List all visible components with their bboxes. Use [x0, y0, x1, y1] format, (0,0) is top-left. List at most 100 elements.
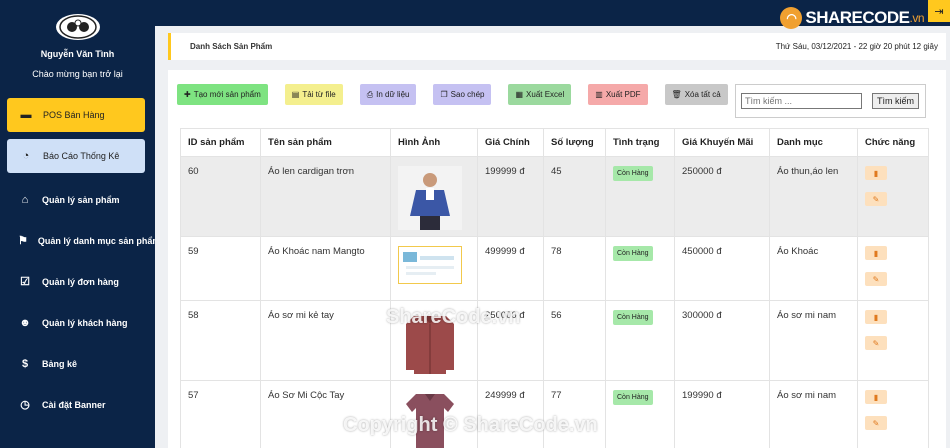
product-price: 249999 đ — [477, 380, 544, 448]
sidebar-item-label: Quản lý sản phẩm — [42, 194, 120, 205]
delete-all-button[interactable]: 🗑 Xóa tất cả — [664, 84, 728, 105]
print-icon: ⎙ — [366, 89, 374, 99]
product-status-cell: Còn Hàng — [605, 300, 675, 381]
product-promo-price: 300000 đ — [674, 300, 770, 381]
edit-button[interactable]: ✎ — [865, 336, 887, 350]
sidebar-item-orders[interactable]: ☑ Quản lý đơn hàng — [0, 261, 155, 302]
product-id: 59 — [180, 236, 261, 301]
delete-button[interactable]: ▮ — [865, 166, 887, 180]
product-price: 250000 đ — [477, 300, 544, 381]
table-row[interactable]: 59 Áo Khoác nam Mangto 499999 đ 78 Còn H… — [180, 236, 929, 301]
sidebar-item-label: Quản lý đơn hàng — [42, 276, 119, 287]
sidebar-item-customers[interactable]: ☻ Quản lý khách hàng — [0, 302, 155, 343]
logout-button[interactable]: ⇥ — [928, 0, 950, 22]
actions-cell: ▮ ✎ — [857, 300, 929, 381]
table-row[interactable]: 58 Áo sơ mi kẻ tay 250000 đ 56 Còn Hàng … — [180, 300, 929, 381]
product-quantity: 77 — [543, 380, 606, 448]
datetime-display: Thứ Sáu, 03/12/2021 - 22 giờ 20 phút 12 … — [775, 42, 938, 51]
trash-icon: ▮ — [873, 168, 879, 178]
actions-cell: ▮ ✎ — [857, 156, 929, 237]
sidebar-item-label: Quản lý danh mục sản phẩm — [37, 235, 155, 246]
product-status-cell: Còn Hàng — [605, 236, 675, 301]
product-image-cell — [390, 300, 478, 381]
product-image — [398, 246, 462, 284]
product-quantity: 45 — [543, 156, 606, 237]
edit-button[interactable]: ✎ — [865, 416, 887, 430]
top-bar: ◠ SHARECODE .vn ⇥ — [155, 0, 950, 29]
product-image — [398, 390, 462, 448]
sign-out-icon: ⇥ — [934, 5, 944, 18]
product-image-cell — [390, 380, 478, 448]
column-header[interactable]: Tình trạng — [605, 128, 675, 157]
user-profile: Nguyễn Văn Tình Chào mừng bạn trở lại — [0, 0, 155, 98]
dollar-icon: $ — [21, 357, 29, 370]
table-header-row: ID sản phẩm Tên sản phẩm Hình Ảnh Giá Ch… — [180, 128, 929, 157]
sidebar-item-categories[interactable]: ⚑ Quản lý danh mục sản phẩm — [0, 220, 155, 261]
sharecode-logo: ◠ SHARECODE .vn — [780, 7, 924, 29]
edit-button[interactable]: ✎ — [865, 272, 887, 286]
product-id: 60 — [180, 156, 261, 237]
delete-button[interactable]: ▮ — [865, 310, 887, 324]
product-category: Áo Khoác — [769, 236, 858, 301]
copy-button[interactable]: ❐ Sao chép — [433, 84, 492, 105]
column-header[interactable]: ID sản phẩm — [180, 128, 261, 157]
edit-icon: ✎ — [872, 194, 880, 204]
product-promo-price: 250000 đ — [674, 156, 770, 237]
search-button[interactable]: Tìm kiếm — [872, 93, 919, 109]
status-badge: Còn Hàng — [613, 246, 653, 261]
trash-icon: ▮ — [873, 312, 879, 322]
product-category: Áo sơ mi nam — [769, 380, 858, 448]
sidebar-item-banner[interactable]: ◷ Cài đặt Banner — [0, 384, 155, 425]
delete-button[interactable]: ▮ — [865, 390, 887, 404]
edit-icon: ✎ — [872, 338, 880, 348]
print-button[interactable]: ⎙ In dữ liệu — [359, 84, 417, 105]
product-image — [398, 310, 462, 374]
column-header[interactable]: Danh mục — [769, 128, 858, 157]
sidebar-item-statements[interactable]: $ Bảng kê — [0, 343, 155, 384]
column-header[interactable]: Tên sản phẩm — [260, 128, 391, 157]
delete-button[interactable]: ▮ — [865, 246, 887, 260]
tag-icon: ⌂ — [21, 193, 29, 206]
column-header[interactable]: Giá Chính — [477, 128, 544, 157]
table-row[interactable]: 60 Áo len cardigan trơn 199999 đ 45 Còn … — [180, 156, 929, 237]
copy-icon: ❐ — [440, 90, 448, 99]
product-image-cell — [390, 156, 478, 237]
product-status-cell: Còn Hàng — [605, 156, 675, 237]
column-header[interactable]: Giá Khuyến Mãi — [674, 128, 770, 157]
sidebar-item-products[interactable]: ⌂ Quản lý sản phẩm — [0, 179, 155, 220]
trash-icon: 🗑 — [671, 90, 682, 99]
export-excel-button[interactable]: ▦ Xuất Excel — [508, 84, 572, 105]
export-pdf-button[interactable]: ▥ Xuất PDF — [588, 84, 648, 105]
breadcrumb: Danh Sách Sản Phẩm — [190, 42, 273, 51]
trash-icon: ▮ — [873, 248, 879, 258]
running-icon: ⚑ — [18, 235, 28, 247]
file-icon: ▤ — [291, 90, 300, 99]
products-table: ID sản phẩm Tên sản phẩm Hình Ảnh Giá Ch… — [180, 128, 929, 448]
users-icon: ☻ — [19, 316, 31, 329]
trash-icon: ▮ — [873, 392, 879, 402]
product-id: 57 — [180, 380, 261, 448]
product-name: Áo sơ mi kẻ tay — [260, 300, 391, 381]
search-input[interactable] — [741, 93, 862, 109]
edit-icon: ✎ — [872, 418, 880, 428]
column-header[interactable]: Hình Ảnh — [390, 128, 478, 157]
edit-icon: ✎ — [872, 274, 880, 284]
create-product-button[interactable]: ✚ Tạo mới sản phẩm — [177, 84, 268, 105]
upload-file-button[interactable]: ▤ Tải từ file — [284, 84, 343, 105]
page-header: Danh Sách Sản Phẩm Thứ Sáu, 03/12/2021 -… — [168, 33, 946, 60]
search-form: Tìm kiếm — [735, 84, 926, 118]
sidebar-item-pos[interactable]: ▬ POS Bán Hàng — [7, 98, 145, 132]
product-status-cell: Còn Hàng — [605, 380, 675, 448]
product-id: 58 — [180, 300, 261, 381]
column-header[interactable]: Số lượng — [543, 128, 606, 157]
sidebar-item-reports[interactable]: ◔ Báo Cáo Thống Kê — [7, 139, 145, 173]
table-row[interactable]: 57 Áo Sơ Mi Cộc Tay 249999 đ 77 Còn Hàng… — [180, 380, 929, 448]
actions-cell: ▮ ✎ — [857, 380, 929, 448]
toolbar: ✚ Tạo mới sản phẩm ▤ Tải từ file ⎙ In dữ li… — [177, 84, 728, 105]
pdf-icon: ▥ — [595, 90, 603, 99]
column-header[interactable]: Chức năng — [857, 128, 929, 157]
logo-mark-icon: ◠ — [780, 7, 803, 29]
product-promo-price: 450000 đ — [674, 236, 770, 301]
product-category: Áo sơ mi nam — [769, 300, 858, 381]
edit-button[interactable]: ✎ — [865, 192, 887, 206]
